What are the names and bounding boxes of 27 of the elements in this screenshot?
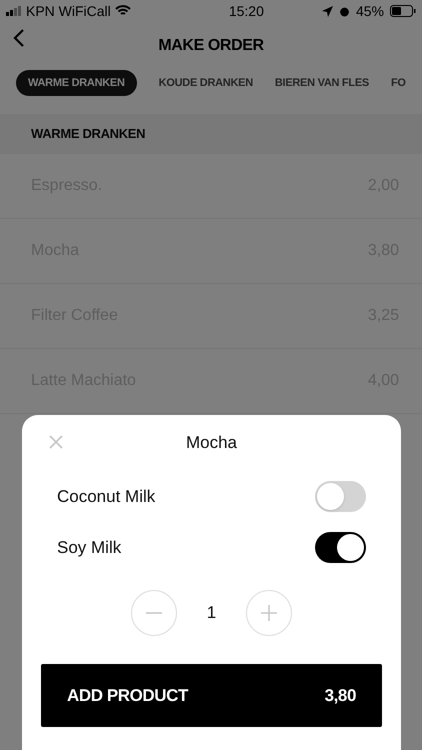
wifi-icon [114, 5, 131, 17]
minus-icon [146, 612, 162, 614]
add-product-button[interactable]: ADD PRODUCT 3,80 [41, 664, 382, 727]
page-title: MAKE ORDER [158, 36, 264, 56]
category-tab[interactable]: WARME DRANKEN [16, 70, 137, 96]
chevron-left-icon [12, 28, 26, 48]
category-tab[interactable]: KOUDE DRANKEN [158, 70, 253, 96]
toggle-switch[interactable] [315, 532, 366, 563]
location-arrow-icon [322, 6, 333, 16]
close-button[interactable] [47, 433, 65, 451]
sheet-title: Mocha [186, 432, 238, 454]
battery-icon [390, 5, 416, 17]
category-tab[interactable]: FO [390, 70, 406, 96]
clock-time: 15:20 [228, 2, 264, 20]
carrier-name: KPN WiFiCall [26, 2, 111, 20]
plus-icon [261, 605, 278, 621]
close-icon [49, 435, 63, 449]
quantity-value: 1 [206, 602, 216, 624]
option-label: Coconut Milk [57, 486, 156, 508]
toggle-switch[interactable] [315, 481, 366, 512]
signal-icon [6, 6, 22, 16]
decrease-button[interactable] [130, 590, 177, 636]
increase-button[interactable] [246, 590, 292, 636]
option-label: Soy Milk [57, 536, 122, 559]
section-header: WARME DRANKEN [0, 114, 422, 154]
battery-percent: 45% [356, 2, 384, 20]
category-tab[interactable]: BIEREN VAN FLES [274, 70, 369, 96]
